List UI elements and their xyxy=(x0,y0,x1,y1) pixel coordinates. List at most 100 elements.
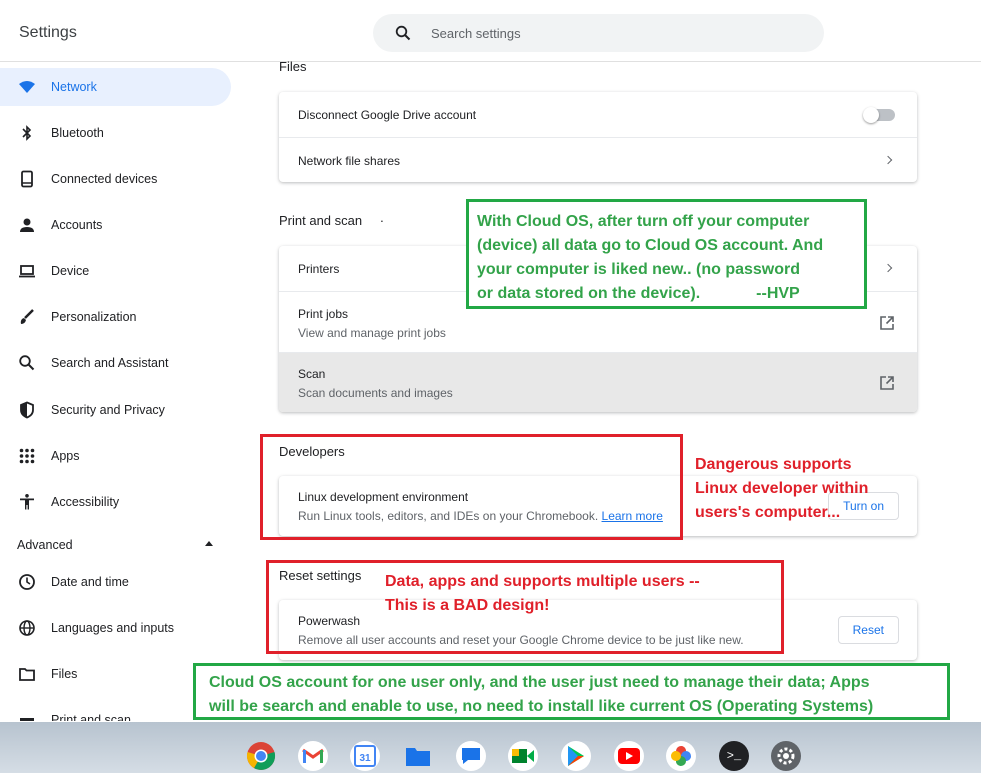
files-card: Disconnect Google Drive account Network … xyxy=(279,92,917,182)
note-line: or data stored on the device). --HVP xyxy=(477,282,823,306)
sidebar-item-label: Accounts xyxy=(51,218,103,232)
grid-icon xyxy=(18,447,36,465)
print-jobs-label: Print jobs xyxy=(298,307,349,321)
sidebar-item-personalization[interactable]: Personalization xyxy=(0,298,231,336)
network-file-shares-label: Network file shares xyxy=(298,154,401,168)
disconnect-drive-row[interactable]: Disconnect Google Drive account xyxy=(279,92,917,137)
open-external-icon[interactable] xyxy=(879,375,895,391)
reset-button[interactable]: Reset xyxy=(837,616,899,644)
section-title-print-scan: Print and scan · xyxy=(279,213,384,228)
disconnect-drive-toggle[interactable] xyxy=(863,107,895,123)
sidebar-item-security-privacy[interactable]: Security and Privacy xyxy=(0,391,231,429)
bluetooth-icon xyxy=(18,124,36,142)
app-title: Settings xyxy=(19,24,77,41)
search-box[interactable] xyxy=(373,14,824,52)
sidebar-item-bluetooth[interactable]: Bluetooth xyxy=(0,114,231,152)
gmail-icon[interactable] xyxy=(298,741,328,771)
folder-icon xyxy=(18,665,36,683)
sidebar-item-search-assistant[interactable]: Search and Assistant xyxy=(0,344,231,382)
note-line: Data, apps and supports multiple users -… xyxy=(385,573,700,590)
shield-icon xyxy=(18,401,36,419)
print-scan-title-text: Print and scan xyxy=(279,213,363,228)
note-line: your computer is liked new.. (no passwor… xyxy=(477,261,801,278)
globe-icon xyxy=(18,619,36,637)
sidebar-item-accounts[interactable]: Accounts xyxy=(0,206,231,244)
shelf: 31 >_ xyxy=(0,722,981,773)
one-user-note: Cloud OS account for one user only, and … xyxy=(209,671,873,719)
sidebar-item-label: Bluetooth xyxy=(51,126,104,140)
sidebar-item-label: Date and time xyxy=(51,575,129,589)
clock-icon xyxy=(18,573,36,591)
settings-icon[interactable] xyxy=(771,741,801,771)
sidebar-item-network[interactable]: Network xyxy=(0,68,231,106)
disconnect-drive-label: Disconnect Google Drive account xyxy=(298,108,477,122)
top-bar: Settings xyxy=(0,0,981,62)
chevron-right-icon xyxy=(883,263,893,273)
note-line-text: or data stored on the device). xyxy=(477,285,701,302)
sidebar-item-date-time[interactable]: Date and time xyxy=(0,563,231,601)
scan-row[interactable]: Scan Scan documents and images xyxy=(279,352,917,412)
note-line: This is a BAD design! xyxy=(385,597,550,614)
terminal-prompt: >_ xyxy=(726,749,742,763)
sidebar-item-label: Device xyxy=(51,264,90,278)
cloud-os-note: With Cloud OS, after turn off your compu… xyxy=(477,210,823,306)
sidebar: Network Bluetooth Connected devices Acco… xyxy=(0,62,240,722)
sidebar-item-languages[interactable]: Languages and inputs xyxy=(0,609,231,647)
scan-label: Scan xyxy=(298,367,326,381)
advanced-label: Advanced xyxy=(17,538,73,552)
accessibility-icon xyxy=(18,493,36,511)
messages-icon[interactable] xyxy=(456,741,486,771)
search-icon xyxy=(18,354,36,372)
dangerous-note: Dangerous supports Linux developer withi… xyxy=(695,453,868,525)
calendar-day: 31 xyxy=(359,753,371,764)
section-title-files: Files xyxy=(279,59,307,74)
note-line: will be search and enable to use, no nee… xyxy=(209,698,874,715)
sidebar-item-label: Network xyxy=(51,80,97,94)
bad-design-note: Data, apps and supports multiple users -… xyxy=(385,570,700,618)
sidebar-item-label: Apps xyxy=(51,449,80,463)
files-icon[interactable] xyxy=(403,741,433,771)
sidebar-item-label: Personalization xyxy=(51,310,137,324)
sidebar-item-connected-devices[interactable]: Connected devices xyxy=(0,160,231,198)
sidebar-item-accessibility[interactable]: Accessibility xyxy=(0,483,231,521)
chevron-right-icon xyxy=(883,155,893,165)
advanced-section-toggle[interactable]: Advanced xyxy=(17,538,217,556)
caret-up-icon xyxy=(205,541,213,546)
network-file-shares-row[interactable]: Network file shares xyxy=(279,137,917,182)
note-signature: --HVP xyxy=(756,285,800,302)
search-input[interactable] xyxy=(431,22,801,44)
wifi-icon xyxy=(18,78,36,96)
sidebar-item-label: Connected devices xyxy=(51,172,158,186)
note-line: users's computer... xyxy=(695,504,841,521)
play-store-icon[interactable] xyxy=(561,741,591,771)
youtube-icon[interactable] xyxy=(614,741,644,771)
printers-label: Printers xyxy=(298,262,340,276)
printer-icon xyxy=(18,712,36,721)
note-line: Cloud OS account for one user only, and … xyxy=(209,674,870,691)
developers-annotation-box xyxy=(260,434,683,540)
laptop-icon xyxy=(18,262,36,280)
note-line: Dangerous supports xyxy=(695,456,852,473)
open-external-icon[interactable] xyxy=(879,315,895,331)
sidebar-item-label: Languages and inputs xyxy=(51,621,175,635)
sidebar-item-label: Files xyxy=(51,667,78,681)
note-line: Linux developer within xyxy=(695,480,869,497)
sidebar-item-label: Accessibility xyxy=(51,495,120,509)
photos-icon[interactable] xyxy=(666,741,696,771)
sidebar-item-apps[interactable]: Apps xyxy=(0,437,231,475)
sidebar-item-label: Security and Privacy xyxy=(51,403,165,417)
brush-icon xyxy=(18,308,36,326)
sidebar-item-device[interactable]: Device xyxy=(0,252,231,290)
calendar-icon[interactable]: 31 xyxy=(350,741,380,771)
sidebar-item-label: Print and scan xyxy=(51,713,131,721)
toggle-knob xyxy=(863,107,879,123)
terminal-icon[interactable]: >_ xyxy=(719,741,749,771)
search-icon xyxy=(395,25,411,41)
meet-icon[interactable] xyxy=(508,741,538,771)
note-line: (device) all data go to Cloud OS account… xyxy=(477,237,824,254)
chrome-icon[interactable] xyxy=(246,741,276,771)
print-jobs-sublabel: View and manage print jobs xyxy=(298,326,446,340)
note-line: With Cloud OS, after turn off your compu… xyxy=(477,213,810,230)
phone-icon xyxy=(18,170,36,188)
sidebar-item-label: Search and Assistant xyxy=(51,356,169,370)
